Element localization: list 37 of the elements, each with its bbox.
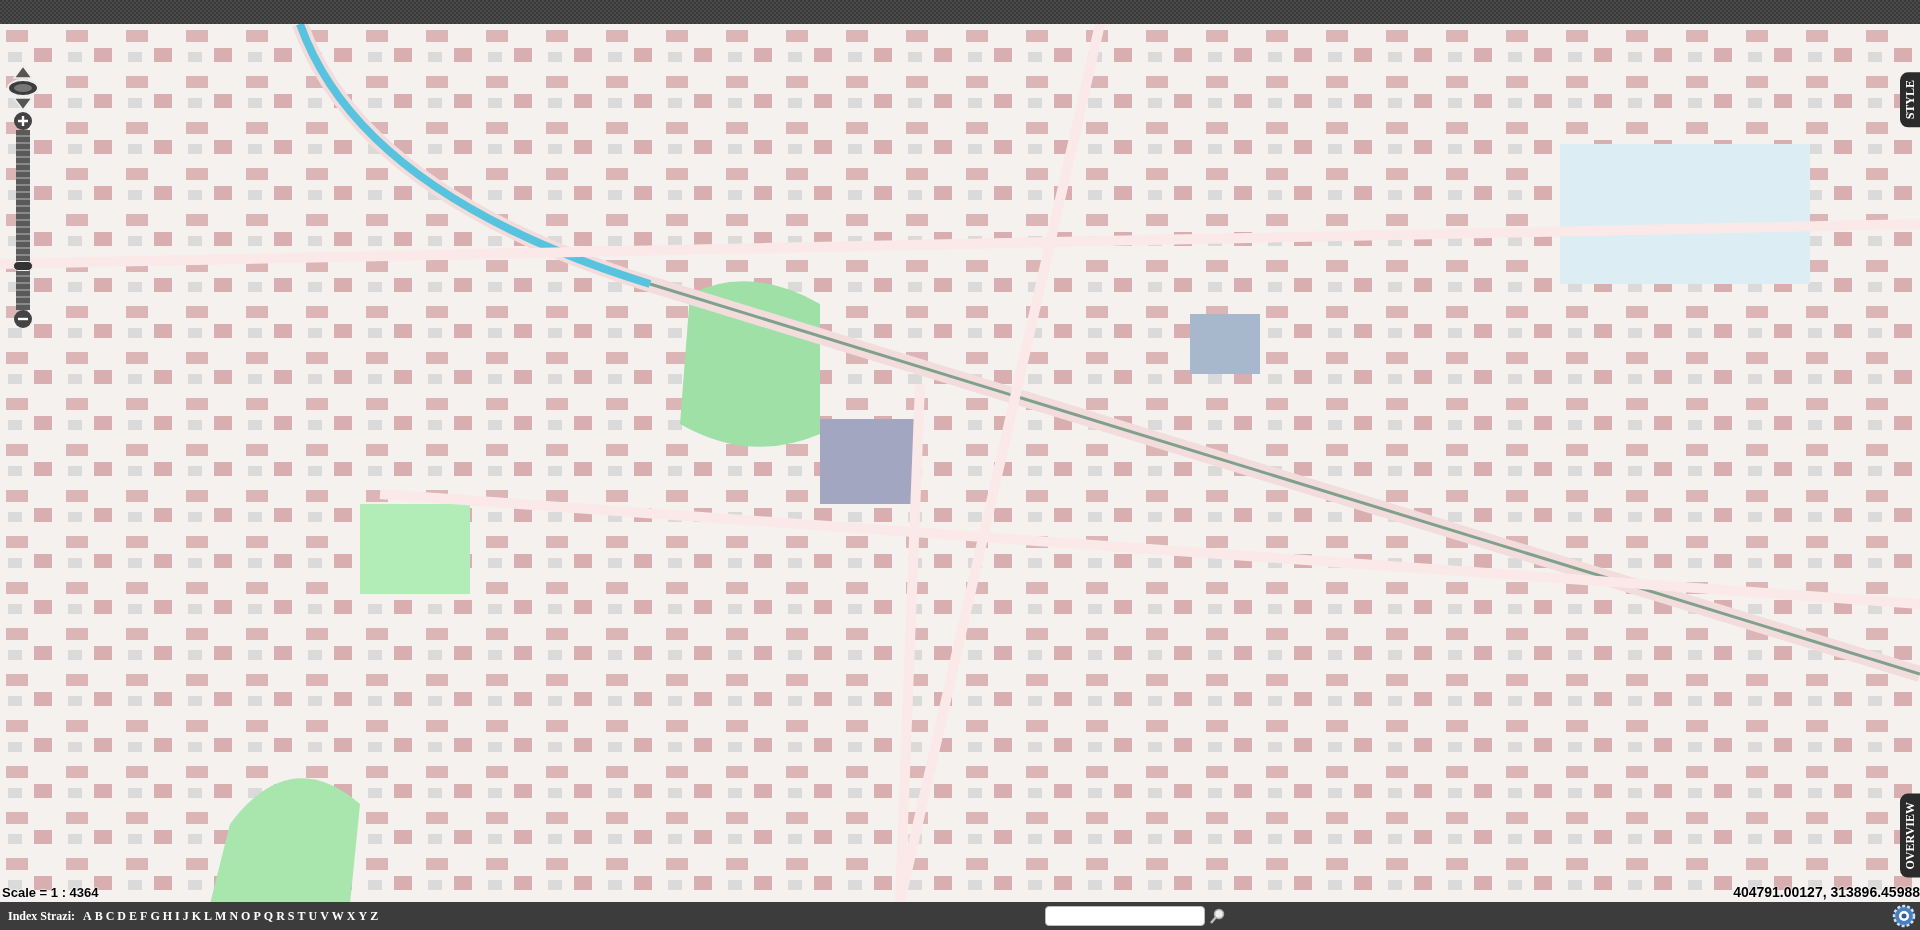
letter-link[interactable]: A bbox=[83, 908, 92, 924]
side-tab[interactable]: STYLE bbox=[1900, 72, 1920, 128]
zoom-slider-handle[interactable] bbox=[13, 261, 33, 271]
letter-link[interactable]: J bbox=[182, 908, 189, 924]
plus-icon bbox=[17, 115, 29, 127]
letter-link[interactable]: M bbox=[215, 908, 227, 924]
letter-link[interactable]: B bbox=[94, 908, 103, 924]
letter-link[interactable]: P bbox=[253, 908, 261, 924]
letter-link[interactable]: L bbox=[204, 908, 213, 924]
side-tab[interactable]: OVERVIEW bbox=[1900, 794, 1920, 878]
letter-link[interactable]: K bbox=[191, 908, 202, 924]
letter-link[interactable]: R bbox=[276, 908, 285, 924]
letter-link[interactable]: V bbox=[320, 908, 329, 924]
letter-link[interactable]: Z bbox=[370, 908, 379, 924]
letter-link[interactable]: S bbox=[287, 908, 295, 924]
letter-link[interactable]: C bbox=[105, 908, 115, 924]
letter-link[interactable]: X bbox=[346, 908, 356, 924]
settings-icon[interactable] bbox=[1892, 904, 1916, 928]
letter-link[interactable]: T bbox=[297, 908, 306, 924]
letter-link[interactable]: I bbox=[175, 908, 180, 924]
letter-link[interactable]: H bbox=[162, 908, 173, 924]
letter-link[interactable]: W bbox=[331, 908, 344, 924]
pan-control[interactable] bbox=[6, 64, 40, 112]
scale-label: Scale = 1 : 4364 bbox=[2, 885, 99, 900]
coordinates-label: 404791.00127, 313896.45988 bbox=[1733, 884, 1920, 900]
letter-link[interactable]: N bbox=[229, 908, 239, 924]
letter-link[interactable]: F bbox=[140, 908, 148, 924]
letter-link[interactable]: G bbox=[150, 908, 160, 924]
letter-link[interactable]: O bbox=[241, 908, 251, 924]
letter-link[interactable]: U bbox=[308, 908, 318, 924]
letter-link[interactable]: Y bbox=[358, 908, 368, 924]
letter-link[interactable]: E bbox=[129, 908, 138, 924]
index-label: Index Strazi: bbox=[8, 908, 75, 924]
letter-link[interactable]: D bbox=[117, 908, 127, 924]
letter-link[interactable]: Q bbox=[263, 908, 274, 924]
search-field[interactable] bbox=[1045, 906, 1206, 926]
search-icon[interactable] bbox=[1209, 908, 1226, 924]
